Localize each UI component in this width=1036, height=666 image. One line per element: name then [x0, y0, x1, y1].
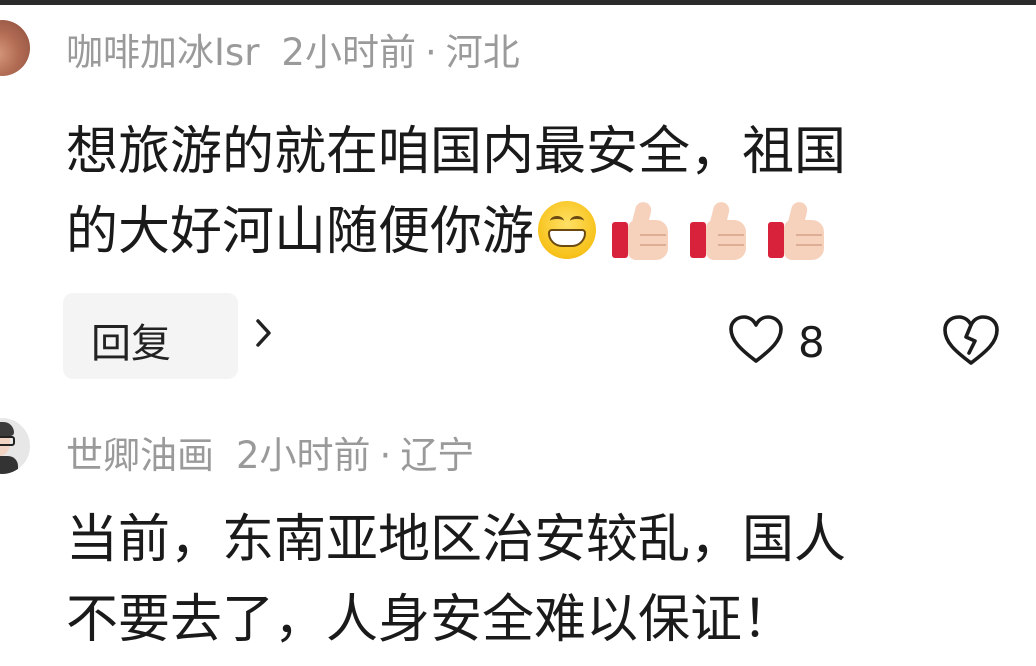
- comment-body: 当前，东南亚地区治安较乱，国人 不要去了，人身安全难以保证！: [66, 500, 1016, 660]
- like-count: 8: [798, 318, 825, 367]
- post-time: 2小时前: [281, 31, 416, 74]
- reply-label: 回复: [91, 321, 171, 367]
- thumbs-up-icon: [610, 200, 674, 262]
- post-time: 2小时前: [236, 434, 371, 477]
- comment-body: 想旅游的就在咱国内最安全，祖国 的大好河山随便你游: [66, 112, 1016, 272]
- comment-line: 想旅游的就在咱国内最安全，祖国: [66, 122, 847, 182]
- location: 河北: [445, 31, 520, 74]
- comment-item: 世卿油画 2小时前 · 辽宁 当前，东南亚地区治安较乱，国人 不要去了，人身安全难以保…: [0, 400, 1036, 666]
- username[interactable]: 咖啡加冰Isr: [66, 31, 259, 74]
- meta-separator: ·: [379, 434, 392, 477]
- comment-line: 当前，东南亚地区治安较乱，国人: [66, 510, 847, 570]
- avatar[interactable]: [0, 418, 30, 474]
- location: 辽宁: [400, 434, 475, 477]
- thumbs-up-icon: [688, 200, 752, 262]
- broken-heart-icon: [943, 315, 999, 365]
- reply-button[interactable]: 回复: [63, 293, 271, 379]
- comment-line-with-emojis: 的大好河山随便你游: [66, 192, 1016, 272]
- chevron-right-icon: [253, 313, 275, 363]
- meta-separator: ·: [424, 31, 437, 74]
- thumbs-up-icon: [766, 200, 830, 262]
- comment-meta: 咖啡加冰Isr 2小时前 · 河北: [66, 22, 520, 76]
- comment-line-text: 的大好河山随便你游: [66, 202, 535, 262]
- username[interactable]: 世卿油画: [66, 434, 214, 477]
- grinning-face-icon: [538, 201, 597, 259]
- comment-line: 不要去了，人身安全难以保证！: [66, 590, 795, 650]
- comment-item: 咖啡加冰Isr 2小时前 · 河北 想旅游的就在咱国内最安全，祖国 的大好河山随便你游…: [0, 5, 1036, 400]
- dislike-button[interactable]: [941, 313, 1001, 369]
- heart-outline-icon: [729, 315, 783, 363]
- comment-meta: 世卿油画 2小时前 · 辽宁: [66, 425, 474, 479]
- avatar[interactable]: [0, 20, 30, 76]
- like-button[interactable]: 8: [728, 314, 848, 374]
